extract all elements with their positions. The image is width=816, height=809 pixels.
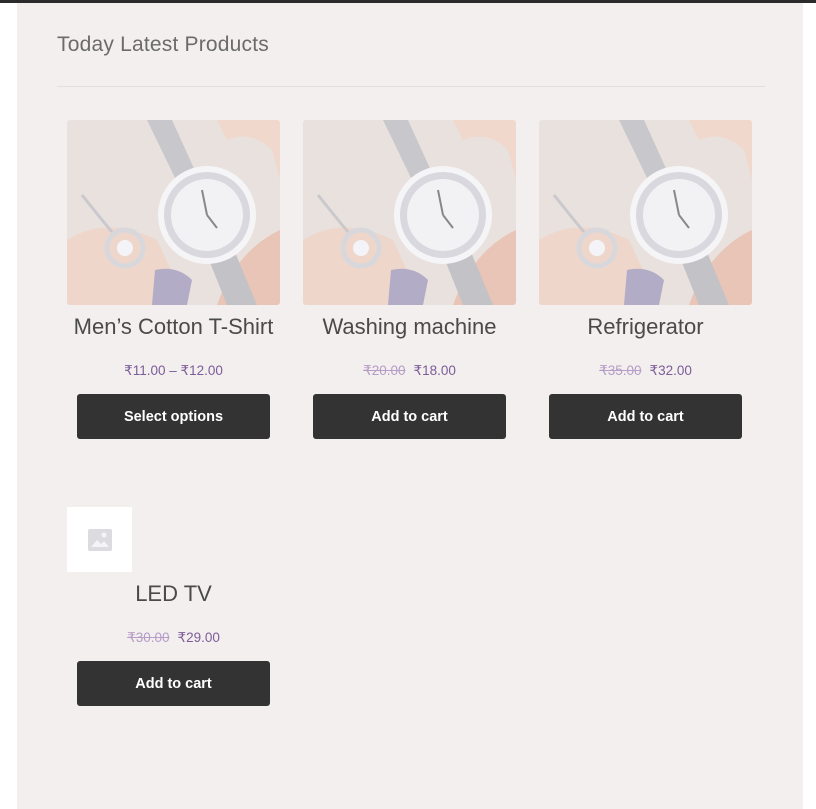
product-image-link[interactable] bbox=[539, 120, 752, 305]
watch-photo-image bbox=[539, 120, 752, 305]
product-card: Men’s Cotton T-Shirt ₹11.00 – ₹12.00 Sel… bbox=[67, 120, 280, 439]
product-card: LED TV ₹30.00 ₹29.00 Add to cart bbox=[67, 507, 280, 706]
product-title[interactable]: Washing machine bbox=[303, 312, 516, 342]
product-image-link[interactable] bbox=[67, 120, 280, 305]
old-price: ₹30.00 bbox=[127, 630, 170, 645]
sale-price: ₹29.00 bbox=[177, 630, 220, 645]
product-image-link[interactable] bbox=[67, 507, 132, 572]
product-price: ₹35.00 ₹32.00 bbox=[539, 362, 752, 380]
watch-photo-image bbox=[303, 120, 516, 305]
product-price: ₹11.00 – ₹12.00 bbox=[67, 362, 280, 380]
old-price: ₹35.00 bbox=[599, 363, 642, 378]
products-section: Today Latest Products Men’s Cotton T-Shi… bbox=[17, 3, 803, 809]
section-title: Today Latest Products bbox=[57, 33, 269, 56]
product-card: Refrigerator ₹35.00 ₹32.00 Add to cart bbox=[539, 120, 752, 439]
section-divider bbox=[57, 86, 765, 87]
select-options-button[interactable]: Select options bbox=[77, 394, 270, 439]
product-price: ₹30.00 ₹29.00 bbox=[67, 629, 280, 647]
product-card: Washing machine ₹20.00 ₹18.00 Add to cart bbox=[303, 120, 516, 439]
add-to-cart-button[interactable]: Add to cart bbox=[549, 394, 742, 439]
product-title[interactable]: Men’s Cotton T-Shirt bbox=[67, 312, 280, 342]
product-title[interactable]: Refrigerator bbox=[539, 312, 752, 342]
sale-price: ₹18.00 bbox=[413, 363, 456, 378]
sale-price: ₹32.00 bbox=[649, 363, 692, 378]
placeholder-image-icon bbox=[88, 529, 112, 551]
price-range: ₹11.00 – ₹12.00 bbox=[124, 363, 223, 378]
watch-photo-image bbox=[67, 120, 280, 305]
old-price: ₹20.00 bbox=[363, 363, 406, 378]
product-title[interactable]: LED TV bbox=[67, 579, 280, 609]
add-to-cart-button[interactable]: Add to cart bbox=[77, 661, 270, 706]
product-price: ₹20.00 ₹18.00 bbox=[303, 362, 516, 380]
add-to-cart-button[interactable]: Add to cart bbox=[313, 394, 506, 439]
product-image-link[interactable] bbox=[303, 120, 516, 305]
